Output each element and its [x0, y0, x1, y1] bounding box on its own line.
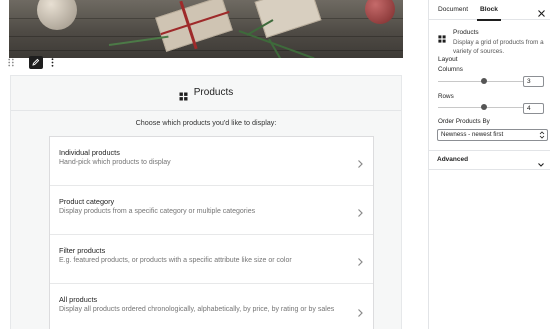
option-title: Filter products	[59, 246, 106, 255]
rows-number-input[interactable]: 4	[523, 103, 544, 114]
close-icon[interactable]	[537, 5, 546, 17]
edit-pencil-icon[interactable]	[29, 55, 43, 69]
tab-block[interactable]: Block	[477, 0, 501, 21]
pine-branch	[108, 35, 169, 46]
option-filter-products[interactable]: Filter products E.g. featured products, …	[50, 235, 373, 284]
chevron-down-icon	[537, 156, 545, 167]
option-description: E.g. featured products, or products with…	[59, 257, 292, 264]
editor-canvas: Products Choose which products you'd lik…	[0, 0, 428, 329]
chevron-right-icon	[356, 205, 364, 217]
option-title: Individual products	[59, 148, 120, 157]
option-description: Display products from a specific categor…	[59, 208, 256, 215]
grid-icon	[179, 88, 188, 101]
layout-section-title: Layout	[438, 56, 458, 63]
block-card-title: Products	[453, 29, 479, 36]
select-arrows-icon	[539, 131, 545, 139]
more-options-icon[interactable]	[48, 56, 56, 68]
order-by-selected-value: Newness - newest first	[441, 131, 504, 138]
columns-label: Columns	[438, 66, 463, 73]
advanced-label: Advanced	[437, 156, 469, 163]
option-description: Display all products ordered chronologic…	[59, 306, 335, 313]
block-toolbar	[6, 55, 56, 69]
chevron-right-icon	[356, 156, 364, 168]
slider-thumb[interactable]	[481, 78, 488, 84]
columns-number-input[interactable]: 3	[523, 76, 544, 87]
option-description: Hand-pick which products to display	[59, 159, 171, 166]
option-individual-products[interactable]: Individual products Hand-pick which prod…	[50, 137, 373, 186]
option-title: All products	[59, 295, 98, 304]
option-title: Product category	[59, 197, 115, 206]
placeholder-header: Products	[11, 87, 401, 101]
featured-image[interactable]	[9, 0, 403, 58]
order-by-label: Order Products By	[438, 118, 490, 125]
ornament	[37, 0, 77, 30]
ornament	[365, 0, 395, 24]
products-block-placeholder: Products Choose which products you'd lik…	[10, 75, 402, 329]
rows-label: Rows	[438, 93, 454, 100]
slider-thumb[interactable]	[481, 104, 488, 110]
pine-branch	[268, 38, 285, 58]
option-all-products[interactable]: All products Display all products ordere…	[50, 284, 373, 329]
drag-handle-icon[interactable]	[6, 56, 16, 68]
order-by-select[interactable]: Newness - newest first	[437, 129, 548, 141]
divider	[11, 110, 401, 111]
chevron-right-icon	[356, 254, 364, 266]
product-source-list: Individual products Hand-pick which prod…	[49, 136, 374, 329]
sidebar-tabs: Document Block	[429, 0, 550, 21]
block-card-description: Display a grid of products from a variet…	[453, 39, 544, 55]
advanced-panel-toggle[interactable]: Advanced	[428, 150, 550, 170]
chevron-right-icon	[356, 305, 364, 317]
wood-plank	[9, 50, 403, 51]
grid-icon	[438, 30, 446, 43]
gift-box	[254, 0, 322, 39]
tab-document[interactable]: Document	[438, 0, 468, 20]
option-product-category[interactable]: Product category Display products from a…	[50, 186, 373, 235]
placeholder-title: Products	[193, 87, 234, 98]
placeholder-instruction: Choose which products you'd like to disp…	[135, 118, 277, 127]
